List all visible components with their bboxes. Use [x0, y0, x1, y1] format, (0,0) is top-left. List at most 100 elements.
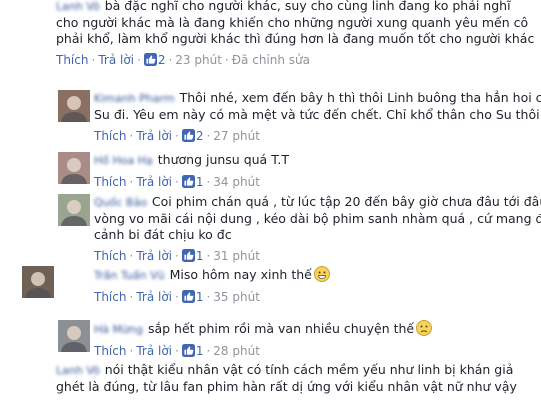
comment-text-line: Su đi. Yêu em này có mà mệt và tức đến c…	[94, 107, 541, 123]
comment-timestamp[interactable]: 28 phút	[213, 344, 260, 358]
like-count[interactable]: 1	[181, 249, 204, 263]
like-count-number: 2	[157, 53, 166, 67]
comment-author[interactable]: Lanh Võ	[56, 363, 100, 379]
like-count-number: 1	[195, 249, 204, 263]
separator-dot: ·	[206, 175, 211, 189]
separator-dot: ·	[129, 290, 134, 304]
separator-dot: ·	[91, 53, 96, 67]
like-link[interactable]: Thích	[94, 344, 126, 358]
comment-text: Coi phim chán quá , từ lúc tập 20 đến bâ…	[151, 194, 541, 209]
thumbs-up-icon	[181, 344, 195, 357]
avatar[interactable]	[58, 194, 90, 226]
reply-link[interactable]: Trả lời	[136, 290, 172, 304]
comment-timestamp[interactable]: 31 phút	[213, 249, 260, 263]
thumbs-up-icon	[143, 53, 157, 66]
comment-timestamp[interactable]: 34 phút	[213, 175, 260, 189]
comment-author[interactable]: Hà Mừng	[94, 322, 143, 338]
like-count[interactable]: 1	[181, 344, 204, 358]
comment-author[interactable]: Quốc Bảo	[94, 195, 147, 211]
separator-dot: ·	[206, 344, 211, 358]
comment-body: Trần Tuấn Vũ Miso hôm nay xinh thế Thích · T…	[94, 266, 537, 306]
comment-body: Kimanh Pharm Thôi nhé, xem đến bây h thì …	[94, 90, 541, 145]
comment-text: Su đi. Yêu em này có mà mệt và tức đến c…	[94, 107, 541, 122]
like-link[interactable]: Thích	[94, 290, 126, 304]
comment-actions: Thích · Trả lời · 2 · 27 phút	[94, 127, 537, 145]
like-link[interactable]: Thích	[94, 129, 126, 143]
separator-dot: ·	[129, 175, 134, 189]
like-count[interactable]: 1	[181, 290, 204, 304]
separator-dot: ·	[137, 53, 141, 67]
comment-feed: Lanh Võ bà đặc nghĩ cho người khác, suy c…	[0, 0, 541, 404]
comment-body: Hồ Hoa Hạ thương junsu quá T.T Thích · Trả l…	[94, 152, 537, 191]
like-link[interactable]: Thích	[94, 175, 126, 189]
like-count[interactable]: 2	[143, 53, 166, 67]
comment-text: bà đặc nghĩ cho người khác, suy cho cùng…	[104, 0, 511, 13]
reply-link[interactable]: Trả lời	[136, 175, 172, 189]
comment-text: cho người khác mà là đang khiến cho nhữn…	[56, 15, 529, 30]
comment-body: Lanh Võ nói thật kiểu nhân vật có tính cá…	[56, 362, 537, 395]
separator-dot: ·	[175, 175, 179, 189]
comment-text-line: Kimanh Pharm Thôi nhé, xem đến bây h thì …	[94, 90, 541, 107]
like-link[interactable]: Thích	[56, 53, 88, 67]
reply-link[interactable]: Trả lời	[98, 53, 134, 67]
comment-body: Lanh Võ bà đặc nghĩ cho người khác, suy c…	[56, 0, 537, 69]
comment-text: ghét là đúng, từ lâu fan phim hàn rất dị…	[56, 379, 517, 394]
comment-text: vòng vo mãi cái nội dung , kéo dài bộ ph…	[94, 211, 541, 226]
comment-text-line: ghét là đúng, từ lâu fan phim hàn rất dị…	[56, 379, 537, 395]
reply-link[interactable]: Trả lời	[136, 344, 172, 358]
comment-text-line: Lanh Võ nói thật kiểu nhân vật có tính cá…	[56, 362, 537, 379]
avatar[interactable]	[58, 320, 90, 352]
like-count[interactable]: 2	[181, 129, 204, 143]
reply-link[interactable]: Trả lời	[136, 249, 172, 263]
like-link[interactable]: Thích	[94, 249, 126, 263]
separator-dot: ·	[129, 249, 134, 263]
comment-body: Quốc Bảo Coi phim chán quá , từ lúc tập 2…	[94, 194, 541, 265]
comment-actions: Thích · Trả lời · 2 · 23 phút · Đã chỉnh sửa	[56, 51, 537, 69]
comment-text-line: cho người khác mà là đang khiến cho nhữn…	[56, 15, 537, 31]
separator-dot: ·	[206, 290, 211, 304]
comment-text-line: Lanh Võ bà đặc nghĩ cho người khác, suy c…	[56, 0, 537, 15]
comment-actions: Thích · Trả lời · 1 · 31 phút	[94, 247, 537, 265]
sad-emoji-icon	[416, 320, 433, 336]
comment-text-line: Quốc Bảo Coi phim chán quá , từ lúc tập 2…	[94, 194, 541, 211]
thumbs-up-icon	[181, 249, 195, 262]
comment-author[interactable]: Trần Tuấn Vũ	[94, 268, 165, 284]
comment-text: nói thật kiểu nhân vật có tính cách mềm …	[104, 362, 514, 377]
like-count-number: 1	[195, 344, 204, 358]
separator-dot: ·	[224, 53, 229, 67]
separator-dot: ·	[175, 249, 179, 263]
avatar-image	[58, 320, 90, 352]
avatar[interactable]	[22, 266, 54, 298]
comment-timestamp[interactable]: 35 phút	[213, 290, 260, 304]
like-count-number: 2	[195, 129, 204, 143]
comment-timestamp[interactable]: 27 phút	[213, 129, 260, 143]
like-count[interactable]: 1	[181, 175, 203, 189]
avatar[interactable]	[58, 152, 90, 184]
comment-text-line: vòng vo mãi cái nội dung , kéo dài bộ ph…	[94, 211, 541, 227]
thumbs-up-icon	[181, 129, 195, 142]
avatar-image	[58, 90, 90, 122]
separator-dot: ·	[175, 129, 179, 143]
comment-body: Hà Mừng sắp hết phim rồi mà van nhiều chu…	[94, 320, 537, 360]
edited-label[interactable]: Đã chỉnh sửa	[232, 53, 310, 67]
comment-text-line: Trần Tuấn Vũ Miso hôm nay xinh thế	[94, 266, 537, 284]
comment-timestamp[interactable]: 23 phút	[175, 53, 222, 67]
avatar[interactable]	[58, 90, 90, 122]
avatar-image	[22, 266, 54, 298]
comment-author[interactable]: Kimanh Pharm	[94, 91, 175, 107]
comment-author[interactable]: Hồ Hoa Hạ	[94, 153, 153, 169]
grin-emoji-icon	[313, 266, 330, 282]
comment-text: cảnh bi đát chịu ko đc	[94, 227, 232, 242]
separator-dot: ·	[168, 53, 173, 67]
reply-link[interactable]: Trả lời	[136, 129, 172, 143]
separator-dot: ·	[175, 344, 179, 358]
comment-text: sắp hết phim rồi mà van nhiều chuyện thế	[147, 321, 415, 336]
separator-dot: ·	[129, 344, 134, 358]
comment-actions: Thích · Trả lời · 1 · 34 phút	[94, 173, 537, 191]
avatar-image	[58, 152, 90, 184]
separator-dot: ·	[129, 129, 134, 143]
separator-dot: ·	[175, 290, 179, 304]
like-count-number: 1	[195, 290, 204, 304]
comment-author[interactable]: Lanh Võ	[56, 0, 100, 15]
comment-text: phải khổ, làm khổ người khác thì đúng hơ…	[56, 31, 535, 46]
